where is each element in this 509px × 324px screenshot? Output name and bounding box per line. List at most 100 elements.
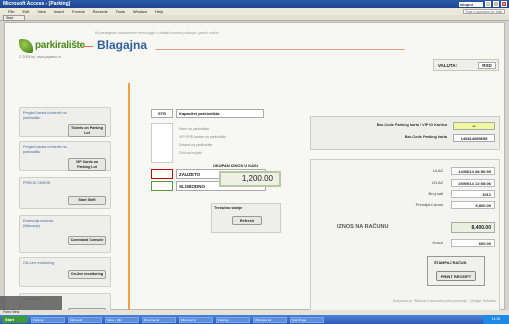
help-question-input[interactable]: Type a question for help <box>463 9 505 14</box>
sidebar: Pregled karata izvršenih na parkiralištu… <box>19 107 111 319</box>
title-underline <box>155 49 405 50</box>
taskbar-item[interactable]: Parking... <box>31 316 65 323</box>
menu-view[interactable]: View <box>37 8 46 15</box>
current-state-label: Trenutno stanje <box>214 206 243 210</box>
sidebar-label: Pregled karata izvršenih na parkiralištu <box>23 145 67 154</box>
taskbar-item[interactable]: Microsoft A <box>179 316 213 323</box>
sidebar-label: Evidencija kontrola (ilišavanje) <box>23 219 54 228</box>
taskbar-item[interactable]: Start Page <box>290 316 324 323</box>
valuta-value[interactable]: RSD <box>478 62 496 69</box>
minimize-icon[interactable]: _ <box>485 1 491 7</box>
orange-divider <box>128 83 130 319</box>
info-line: Karte na parkiralištu <box>179 127 210 131</box>
taskbar-item[interactable]: Windows Ex <box>253 316 287 323</box>
info-block: Karte na parkiralištu VIP RFID kartice n… <box>151 123 271 167</box>
total-value: 1,200.00 <box>219 171 281 187</box>
menu-records[interactable]: Records <box>93 8 108 15</box>
overlay-shadow <box>0 296 62 310</box>
sidebar-group-tickets: Pregled karata izvršenih na parkiralištu… <box>19 107 111 137</box>
window-title: Microsoft Access - [Parking] <box>3 1 71 7</box>
free-indicator <box>151 181 173 191</box>
sidebar-group-control: Evidencija kontrola (ilišavanje) Command… <box>19 215 111 253</box>
logo-text: parkiralište <box>35 40 85 51</box>
charged-label: Prirodjeni iznos <box>415 202 443 207</box>
command-console-button[interactable]: Command Console <box>68 236 106 245</box>
valuta-label: VALUTA: <box>438 63 458 68</box>
menu-insert[interactable]: Insert <box>54 8 64 15</box>
info-line: Dolazni na parkiralište <box>179 143 213 147</box>
online-monitoring-button[interactable]: On-line monitoring <box>68 270 106 279</box>
title-dash <box>83 46 93 47</box>
maximize-icon[interactable]: □ <box>493 1 499 7</box>
sidebar-group-vip: Pregled karata izvršenih na parkiralištu… <box>19 141 111 171</box>
sidebar-label: PREKID SMENE: <box>23 181 52 185</box>
titlebar-controls: skupni _ □ × <box>459 0 509 8</box>
main-form: parkiralište © 2009 by: www.jajastvo.hr … <box>4 22 505 319</box>
parking-name: Kapacitet parkirališta <box>176 109 264 118</box>
leaf-logo-icon <box>19 39 33 53</box>
taskbar-item[interactable]: Microsoft <box>68 316 102 323</box>
valuta-box: VALUTA: RSD <box>433 59 499 71</box>
toolbar: Start <box>0 15 509 21</box>
parkiraliste-logo: parkiralište © 2009 by: www.jajastvo.hr <box>19 39 85 59</box>
start-shift-button[interactable]: Start Shift <box>68 196 106 205</box>
tickets-on-parking-button[interactable]: Tickets on Parking Lot <box>68 124 106 137</box>
change-label: Kusur <box>432 240 443 245</box>
menu-tools[interactable]: Tools <box>116 8 125 15</box>
footer-credit: Sva prava je: "Bahi-ab Komunalno urbo-pr… <box>392 299 496 303</box>
print-receipt-panel: ŠTAMPAJ RAČUN PRINT RECEIPT <box>427 256 485 286</box>
menu-file[interactable]: File <box>8 8 14 15</box>
ticket-barcode-value: 140814085655 <box>453 134 495 142</box>
parking-number: STR <box>151 109 173 118</box>
sidebar-group-monitoring: ON-Line monitoring On-line monitoring <box>19 257 111 287</box>
invoice-amount-label: IZNOS NA RAČUNU <box>337 224 389 230</box>
close-icon[interactable]: × <box>501 1 507 7</box>
menu-window[interactable]: Window <box>133 8 147 15</box>
print-receipt-button[interactable]: PRINT RECEIPT <box>436 271 476 281</box>
ticket-barcode-label: Bar-Code Parking karta <box>404 135 447 139</box>
card-barcode-label: Bar-Code Parking karta / VIP ID Kartica <box>376 123 447 127</box>
page-title: Blagajna <box>97 38 148 52</box>
info-box <box>151 123 173 163</box>
taskbar-clock: 11:25 <box>483 315 509 324</box>
exit-value: 25/09/14 12:08:06 <box>451 179 495 187</box>
occupied-indicator <box>151 169 173 179</box>
info-line: VIP RFID kartice na parkiralištu <box>179 135 227 139</box>
entry-value: 14/08/14 08:56:55 <box>451 167 495 175</box>
taskbar-item[interactable]: Parking... <box>216 316 250 323</box>
sidebar-label: Pregled karata izvršenih na parkiralištu <box>23 111 67 120</box>
start-menu-button[interactable]: Start <box>2 316 28 323</box>
menu-bar: File Edit View Insert Format Records Too… <box>0 8 509 15</box>
taskbar-item[interactable]: Documents <box>142 316 176 323</box>
title-search-field[interactable]: skupni <box>459 1 483 7</box>
charged-value: 9,800.00 <box>451 201 495 209</box>
parking-row: STR Kapacitet parkirališta <box>151 109 264 118</box>
entry-label: ULAZ <box>432 168 443 173</box>
window-titlebar: Microsoft Access - [Parking] skupni _ □ … <box>0 0 509 8</box>
menu-help[interactable]: Help <box>155 8 163 15</box>
total-cash: UKUPAN IZNOS U KASI 1,200.00 <box>211 163 291 197</box>
print-label: ŠTAMPAJ RAČUN <box>434 261 467 265</box>
refresh-button[interactable]: Refresh <box>232 216 262 225</box>
card-barcode-input[interactable]: ** <box>453 122 495 130</box>
exit-label: IZLAZ <box>432 180 443 185</box>
windows-taskbar: Start Parking... Microsoft Inbox - Mic D… <box>0 315 509 324</box>
barcode-panel: Bar-Code Parking karta / VIP ID Kartica … <box>310 116 500 150</box>
logo-subtitle: © 2009 by: www.jajastvo.hr <box>19 55 62 59</box>
menu-format[interactable]: Format <box>72 8 85 15</box>
toolbar-start-button[interactable]: Start <box>3 15 25 21</box>
hours-value: 1012 <box>451 190 495 198</box>
hours-label: Broj sati <box>428 191 443 196</box>
menu-edit[interactable]: Edit <box>22 8 29 15</box>
tagline: Mi prestigemo konkurentne tehnologije u … <box>95 31 220 35</box>
total-label: UKUPAN IZNOS U KASI <box>213 163 258 168</box>
current-state-panel: Trenutno stanje Refresh <box>211 203 281 233</box>
taskbar-item[interactable]: Inbox - Mic <box>105 316 139 323</box>
vip-cards-button[interactable]: VIP Cards on Parking Lot <box>68 158 106 171</box>
info-line: Cilni na brojnici <box>179 151 202 155</box>
invoice-amount-value: 8,400.00 <box>451 222 495 233</box>
change-value: 600.00 <box>451 239 495 247</box>
sidebar-label: ON-Line monitoring <box>23 261 55 265</box>
ticket-detail-panel: ULAZ 14/08/14 08:56:55 IZLAZ 25/09/14 12… <box>310 159 500 317</box>
sidebar-group-shift-start: PREKID SMENE: Start Shift <box>19 177 111 209</box>
